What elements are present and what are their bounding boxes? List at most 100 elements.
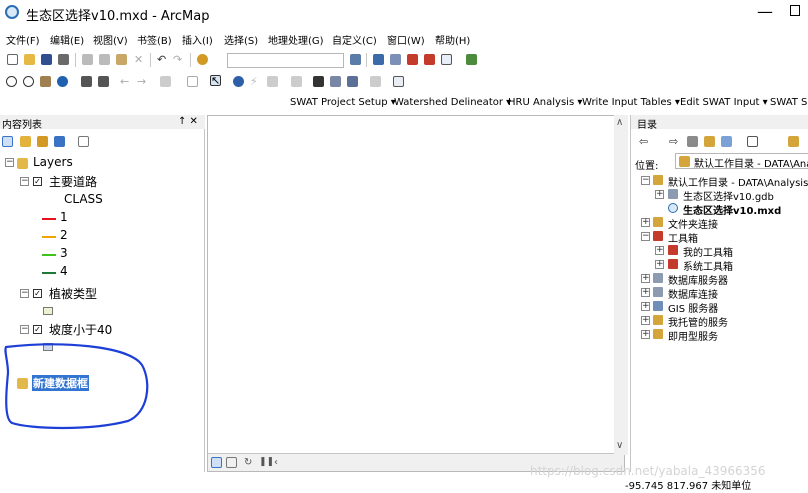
model-builder-icon[interactable]: [466, 54, 477, 65]
tree-my-toolboxes[interactable]: 我的工具箱: [683, 244, 733, 259]
catalog-icon[interactable]: [390, 54, 401, 65]
connect-folder-icon[interactable]: [721, 136, 732, 147]
layer-slope-name[interactable]: 坡度小于40: [49, 321, 112, 338]
hyperlink-icon[interactable]: ⚡: [250, 76, 261, 87]
toc-pin-close[interactable]: ↑ ✕: [178, 116, 198, 127]
layer-vegetation-toggle[interactable]: −: [20, 289, 29, 298]
save-icon[interactable]: [41, 54, 52, 65]
time-slider-icon[interactable]: [370, 76, 381, 87]
fixed-zoom-out-icon[interactable]: [98, 76, 109, 87]
find-icon[interactable]: [313, 76, 324, 87]
tree-mxd[interactable]: 生态区选择v10.mxd: [683, 202, 781, 217]
full-extent-icon[interactable]: [57, 76, 68, 87]
cut-icon[interactable]: [82, 54, 93, 65]
minimize-button[interactable]: —: [757, 2, 773, 21]
list-by-source-icon[interactable]: [20, 136, 31, 147]
menu-geoprocessing[interactable]: 地理处理(G): [268, 32, 324, 47]
zoom-out-icon[interactable]: [23, 76, 34, 87]
identify-icon[interactable]: [233, 76, 244, 87]
tree-toggle-my-toolboxes[interactable]: +: [655, 246, 664, 255]
forward-arrow-icon[interactable]: ⇨: [669, 136, 680, 147]
swat-project-setup-menu[interactable]: SWAT Project Setup ▾: [290, 97, 396, 108]
python-window-icon[interactable]: [441, 54, 452, 65]
menu-insert[interactable]: 插入(I): [182, 32, 213, 47]
table-of-contents-icon[interactable]: [373, 54, 384, 65]
tree-toggle-home[interactable]: −: [641, 176, 650, 185]
html-popup-icon[interactable]: [267, 76, 278, 87]
fixed-zoom-in-icon[interactable]: [81, 76, 92, 87]
tree-system-toolboxes[interactable]: 系统工具箱: [683, 258, 733, 273]
layer-slope-toggle[interactable]: −: [20, 325, 29, 334]
tree-my-hosted-services[interactable]: 我托管的服务: [668, 314, 728, 329]
layer-roads-name[interactable]: 主要道路: [49, 173, 97, 190]
tree-home-folder[interactable]: 默认工作目录 - DATA\Analysis: [668, 174, 808, 189]
copy-icon[interactable]: [99, 54, 110, 65]
back-extent-icon[interactable]: ←: [120, 76, 131, 87]
menu-selection[interactable]: 选择(S): [224, 32, 258, 47]
menu-help[interactable]: 帮助(H): [435, 32, 470, 47]
layer-roads-checkbox[interactable]: ✓: [33, 177, 42, 186]
swat-hru-analysis-menu[interactable]: HRU Analysis ▾: [508, 97, 582, 108]
tree-database-connections[interactable]: 数据库连接: [668, 286, 718, 301]
data-frame-layers[interactable]: Layers: [33, 155, 73, 169]
swat-edit-input-menu[interactable]: Edit SWAT Input ▾: [680, 97, 768, 108]
pan-icon[interactable]: [40, 76, 51, 87]
forward-extent-icon[interactable]: →: [137, 76, 148, 87]
select-features-icon[interactable]: [160, 76, 171, 87]
layer-roads-toggle[interactable]: −: [20, 177, 29, 186]
views-icon[interactable]: [747, 136, 758, 147]
tree-toolboxes[interactable]: 工具箱: [668, 230, 698, 245]
menu-file[interactable]: 文件(F): [6, 32, 40, 47]
menu-windows[interactable]: 窗口(W): [387, 32, 425, 47]
scroll-up-icon[interactable]: ∧: [616, 117, 623, 128]
delete-icon[interactable]: ✕: [134, 54, 145, 65]
find-route-icon[interactable]: [330, 76, 341, 87]
scroll-down-icon[interactable]: ∨: [616, 440, 623, 451]
layer-vegetation-checkbox[interactable]: ✓: [33, 289, 42, 298]
scroll-left-icon[interactable]: ‹: [274, 457, 285, 468]
tree-toggle-toolboxes[interactable]: −: [641, 232, 650, 241]
tree-toggle-gis-servers[interactable]: +: [641, 302, 650, 311]
layout-view-icon[interactable]: [226, 457, 237, 468]
clear-selection-icon[interactable]: [187, 76, 198, 87]
undo-icon[interactable]: ↶: [157, 54, 168, 65]
swat-simulation-menu[interactable]: SWAT Si: [770, 97, 808, 108]
swat-watershed-delineator-menu[interactable]: Watershed Delineator ▾: [394, 97, 511, 108]
create-viewer-icon[interactable]: [393, 76, 404, 87]
swat-write-input-tables-menu[interactable]: Write Input Tables ▾: [582, 97, 680, 108]
maximize-button[interactable]: [790, 5, 800, 16]
tree-toggle-ready-to-use-services[interactable]: +: [641, 330, 650, 339]
search-window-icon[interactable]: [407, 54, 418, 65]
tree-folder-connections[interactable]: 文件夹连接: [668, 216, 718, 231]
pause-drawing-icon[interactable]: ❚❚: [259, 457, 274, 468]
tree-database-servers[interactable]: 数据库服务器: [668, 272, 728, 287]
up-one-level-icon[interactable]: [687, 136, 698, 147]
tree-gis-servers[interactable]: GIS 服务器: [668, 300, 718, 315]
measure-icon[interactable]: [291, 76, 302, 87]
menu-view[interactable]: 视图(V): [93, 32, 128, 47]
refresh-icon[interactable]: ↻: [244, 457, 255, 468]
tree-toggle-folder-connections[interactable]: +: [641, 218, 650, 227]
back-arrow-icon[interactable]: ⇦: [639, 136, 650, 147]
menu-bookmarks[interactable]: 书签(B): [137, 32, 172, 47]
paste-icon[interactable]: [116, 54, 127, 65]
list-by-selection-icon[interactable]: [54, 136, 65, 147]
data-view-icon[interactable]: [211, 457, 222, 468]
tree-toggle-system-toolboxes[interactable]: +: [655, 260, 664, 269]
tree-gdb[interactable]: 生态区选择v10.gdb: [683, 188, 774, 203]
map-vertical-scrollbar[interactable]: ∧ ∨: [614, 115, 628, 455]
add-data-icon[interactable]: [197, 54, 208, 65]
select-elements-icon[interactable]: ↖: [210, 75, 221, 86]
tree-ready-to-use-services[interactable]: 即用型服务: [668, 328, 718, 343]
open-icon[interactable]: [24, 54, 35, 65]
go-to-xy-icon[interactable]: [347, 76, 358, 87]
layer-slope-checkbox[interactable]: ✓: [33, 325, 42, 334]
redo-icon[interactable]: ↷: [173, 54, 184, 65]
map-view[interactable]: ↻ ❚❚ ‹: [207, 115, 625, 472]
tree-toggle-my-hosted-services[interactable]: +: [641, 316, 650, 325]
editor-icon[interactable]: [350, 54, 361, 65]
menu-edit[interactable]: 编辑(E): [50, 32, 84, 47]
scale-combo[interactable]: [227, 53, 344, 68]
location-combo[interactable]: 默认工作目录 - DATA\Analys: [675, 153, 808, 170]
home-folder-icon[interactable]: [704, 136, 715, 147]
